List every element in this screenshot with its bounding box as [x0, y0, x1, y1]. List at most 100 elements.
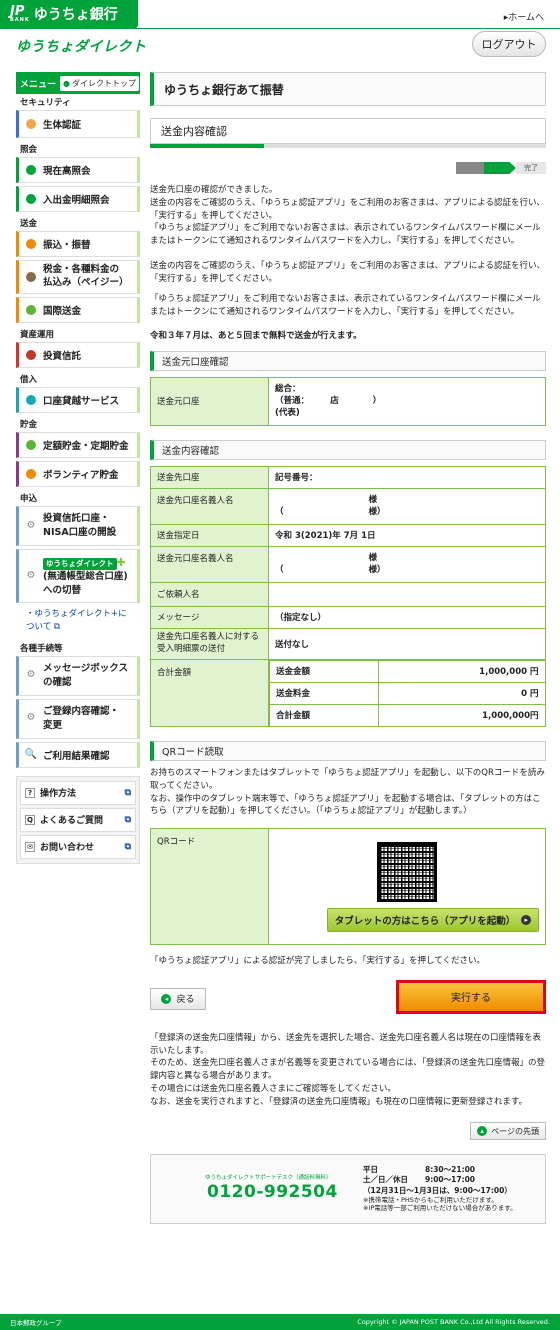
- logout-button[interactable]: ログアウト: [472, 31, 546, 57]
- gear-icon: ⚙: [26, 570, 36, 581]
- direct-top-button[interactable]: ● ダイレクトトップ: [60, 75, 139, 91]
- question-icon: ?: [25, 787, 35, 798]
- amount-label: 合計金額: [269, 703, 379, 727]
- execute-label: 実行する: [399, 982, 543, 1011]
- section-procedures: 各種手続等: [20, 643, 63, 654]
- sidebar-item-label: ゆうちょダイレクト ✚ (無通帳型総合口座) への切替: [43, 555, 128, 597]
- row-value: 令和 3(2021)年 7月 1日: [268, 523, 546, 547]
- page-title: ゆうちょ銀行あて振替: [150, 72, 546, 106]
- tablet-launch-button[interactable]: タブレットの方はこちら（アプリを起動） ▸: [327, 907, 539, 932]
- source-account-value: 総合： （普通： 店 ） (代表): [268, 376, 546, 426]
- nisa-line1: 投資信託口座・: [43, 513, 110, 525]
- after-auth-note: 「ゆうちょ認証アプリ」による認証が完了しましたら、「実行する」を押してください。: [150, 956, 485, 967]
- amount-value: 0 円: [377, 681, 546, 705]
- page-top-label: ページの先頭: [491, 1126, 539, 1136]
- table-row: 送金料金 0 円: [269, 681, 546, 705]
- home-link[interactable]: ▸ホームへ: [504, 10, 544, 23]
- qr-table: QRコード タブレットの方はこちら（アプリを起動） ▸: [150, 828, 546, 946]
- payeasy-line1: 税金・各種料金の: [43, 264, 120, 276]
- gear-icon: ⚙: [26, 712, 36, 724]
- section-asset: 資産運用: [20, 330, 55, 340]
- arrow-up-icon: ▴: [477, 1126, 488, 1137]
- fingerprint-icon: [25, 118, 37, 130]
- free-transfer-note: 令和３年７月は、あと５回まで無料で送金が行えます。: [150, 330, 362, 341]
- row-value: 送付なし: [268, 627, 546, 660]
- bank-logo[interactable]: JP BANK ゆうちょ銀行: [0, 0, 138, 28]
- table-row: 送金先口座名義人に対する受入明細票の送付 送付なし: [150, 627, 546, 660]
- sidebar-item-usage-results[interactable]: 🔍 ご利用結果確認: [16, 741, 140, 768]
- amount-label: 送金金額: [269, 659, 379, 683]
- arrow-right-icon: ●: [63, 78, 70, 88]
- sidebar-item-registration[interactable]: ⚙ ご登録内容確認・ 変更: [16, 698, 140, 739]
- content-heading: 送金内容確認: [150, 439, 546, 460]
- help-link-contact[interactable]: ✉ お問い合わせ ⧉: [20, 834, 136, 859]
- support-desk-box: ゆうちょダイレクトサポートデスク（通話料無料） 0120-992504 平日 8…: [150, 1154, 546, 1225]
- row-value: 様 （ 様）: [268, 487, 546, 525]
- notes-text: 「登録済の送金先口座情報」から、送金先を選択した場合、送金先口座名義人名は現在の…: [150, 1032, 546, 1107]
- qr-instruction-2: なお、操作中のタブレット端末等で、「ゆうちょ認証アプリ」を起動する場合は、「タブ…: [150, 793, 541, 817]
- support-note-2: ※IP電話等一部ご利用いただけない場合があります。: [363, 1204, 517, 1213]
- execute-button[interactable]: 実行する: [396, 979, 546, 1014]
- total-label: 合計金額: [150, 658, 269, 728]
- table-row: 合計金額 送金金額 1,000,000 円 送金料金 0 円 合計金額 1,00…: [150, 658, 546, 728]
- section-apply: 申込: [20, 494, 38, 504]
- content-table: 送金先口座 記号番号： 送金先口座名義人名 様 （ 様） 送金指定日 令和 3(…: [150, 465, 546, 728]
- sidebar-item-transfer[interactable]: 振込・振替: [16, 231, 140, 257]
- page-top-button[interactable]: ▴ ページの先頭: [470, 1122, 546, 1141]
- sidebar-item-balance[interactable]: 現在高照会: [16, 157, 140, 183]
- copyright: Copyright © JAPAN POST BANK Co.,Ltd All …: [357, 1318, 550, 1326]
- amount-value: 1,000,000 円: [377, 659, 546, 683]
- external-window-icon: ⧉: [124, 787, 131, 798]
- sidebar-item-investment[interactable]: 投資信託: [16, 342, 140, 368]
- sidebar-item-label: 入出金明細照会: [43, 195, 110, 206]
- sidebar-item-volunteer[interactable]: ボランティア貯金: [16, 461, 140, 487]
- sidebar-item-biometric[interactable]: 生体認証: [16, 110, 140, 138]
- contact-icon: ✉: [25, 841, 35, 852]
- help-link-operation[interactable]: ? 操作方法 ⧉: [20, 780, 136, 805]
- sidebar-item-label: 生体認証: [43, 120, 82, 131]
- section-security: セキュリティ: [20, 98, 71, 108]
- plus-icon: ✚: [116, 555, 126, 569]
- sidebar-item-label: 現在高照会: [43, 166, 91, 177]
- help-link-label: 操作方法: [40, 789, 77, 799]
- source-line1: 総合：: [275, 383, 301, 394]
- row-value: 記号番号：: [268, 465, 546, 489]
- help-link-faq[interactable]: Q よくあるご質問 ⧉: [20, 807, 136, 832]
- sidebar-item-loan[interactable]: 口座貸越サービス: [16, 387, 140, 413]
- globe-icon: [25, 304, 37, 316]
- statement-icon: [25, 193, 37, 205]
- step-underline: [150, 144, 546, 148]
- nisa-line2: NISA口座の開設: [43, 527, 117, 538]
- qr-heading: QRコード読取: [150, 741, 546, 762]
- back-button[interactable]: ◂ 戻る: [150, 987, 206, 1010]
- document-icon: [25, 394, 37, 406]
- plus-about-link[interactable]: ・ゆうちょダイレクト+について ⧉: [16, 606, 140, 636]
- source-account-table: 送金元口座 総合： （普通： 店 ） (代表): [150, 376, 546, 426]
- sender-name-kana: （ 様）: [275, 565, 386, 576]
- row-label: 送金先口座: [150, 465, 269, 489]
- table-row: 送金先口座名義人名 様 （ 様）: [150, 487, 546, 525]
- sidebar-item-plus-switch[interactable]: ⚙ ゆうちょダイレクト ✚ (無通帳型総合口座) への切替: [16, 549, 140, 603]
- sidebar-item-nisa[interactable]: ⚙ 投資信託口座・ NISA口座の開設: [16, 506, 140, 546]
- table-row: メッセージ （指定なし）: [150, 605, 546, 629]
- sidebar-item-intl-transfer[interactable]: 国際送金: [16, 297, 140, 323]
- qr-instruction-1: お持ちのスマートフォンまたはタブレットで「ゆうちょ認証アプリ」を起動し、以下のQ…: [150, 768, 545, 791]
- row-label: ご依頼人名: [150, 581, 269, 607]
- source-line2: （普通： 店 ）: [275, 396, 382, 407]
- sidebar-item-payeasy[interactable]: 税金・各種料金の 払込み（ペイジー）: [16, 260, 140, 294]
- main-content: ゆうちょ銀行あて振替 送金内容確認 完了 送金先口座の確認ができました。 送金の…: [150, 72, 546, 1225]
- qr-label: QRコード: [150, 828, 269, 946]
- instruction-text-1: 送金先口座の確認ができました。 送金の内容をご確認のうえ、「ゆうちょ認証アプリ」…: [150, 185, 546, 246]
- sidebar-item-history[interactable]: 入出金明細照会: [16, 186, 140, 212]
- passbook-icon: [25, 164, 37, 176]
- qr-code-image: [377, 841, 437, 902]
- table-row: ご依頼人名: [150, 581, 546, 607]
- sidebar-item-messagebox[interactable]: ⚙ メッセージボックス の確認: [16, 655, 140, 696]
- support-hours: 平日 8:30～21:00 土／日／休日 9:00～17:00 （12月31日～…: [363, 1165, 517, 1213]
- bullet-icon: ・: [26, 609, 35, 619]
- sidebar-item-fixed-savings[interactable]: 定額貯金・定期貯金: [16, 432, 140, 458]
- support-desk-label: ゆうちょダイレクトサポートデスク（通話料無料）: [205, 1175, 332, 1182]
- faq-icon: Q: [25, 814, 35, 825]
- progress-step-1: [456, 162, 484, 174]
- help-links: ? 操作方法 ⧉ Q よくあるご質問 ⧉ ✉ お問い合わせ ⧉: [16, 775, 140, 864]
